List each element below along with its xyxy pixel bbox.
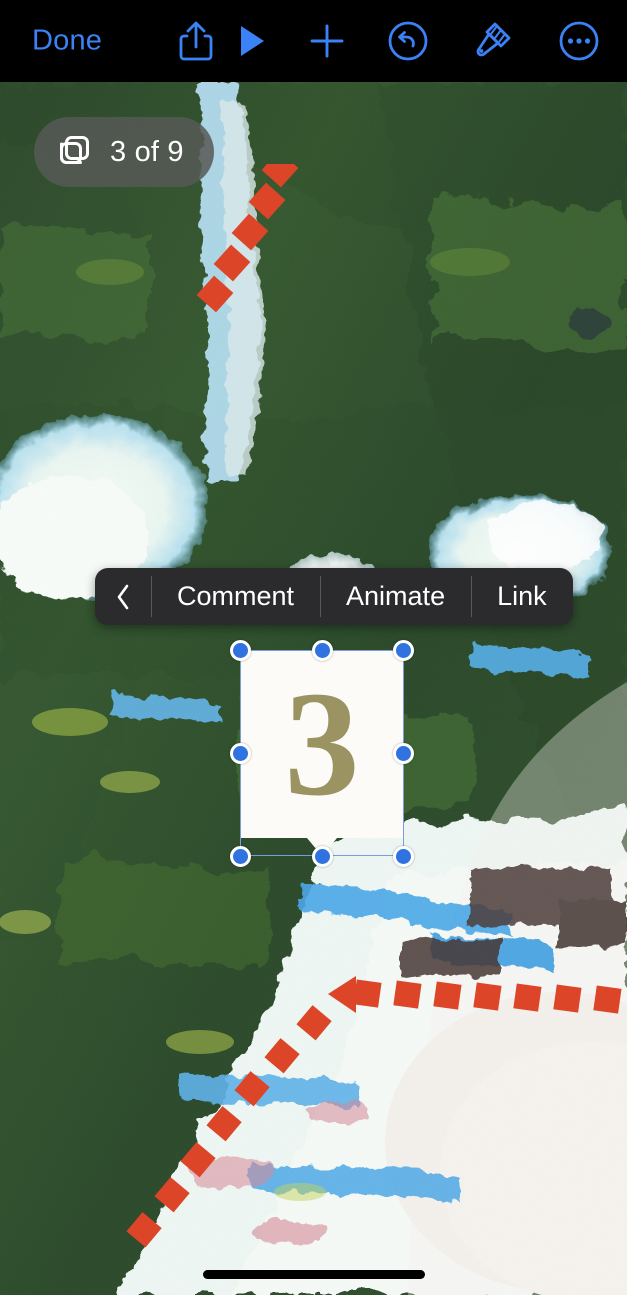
- add-icon[interactable]: [299, 13, 355, 69]
- more-options-icon[interactable]: [551, 13, 607, 69]
- menu-item-animate[interactable]: Animate: [320, 568, 471, 625]
- slide-canvas[interactable]: 3 of 9 3 Comment Animate Link: [0, 82, 627, 1295]
- keynote-slide-editor: 3 of 9 3 Comment Animate Link Done: [0, 0, 627, 1295]
- handle-bottom-left[interactable]: [230, 845, 251, 867]
- handle-top-left[interactable]: [230, 640, 251, 661]
- callout-shape[interactable]: 3: [240, 650, 404, 856]
- slide-number-badge[interactable]: 3 of 9: [34, 117, 214, 187]
- handle-top-center[interactable]: [311, 640, 333, 661]
- handle-top-right[interactable]: [393, 640, 414, 661]
- context-edit-menu: Comment Animate Link: [95, 568, 573, 625]
- done-button[interactable]: Done: [26, 21, 108, 62]
- home-indicator[interactable]: [202, 1270, 425, 1279]
- callout-number-text: 3: [284, 661, 360, 827]
- handle-bottom-right[interactable]: [393, 845, 414, 867]
- menu-item-link[interactable]: Link: [471, 568, 573, 625]
- play-icon[interactable]: [224, 13, 280, 69]
- menu-back-button[interactable]: [95, 568, 151, 625]
- slide-number-label: 3 of 9: [110, 135, 184, 168]
- share-icon[interactable]: [168, 13, 224, 69]
- chevron-left-icon: [115, 583, 131, 611]
- undo-icon[interactable]: [380, 13, 436, 69]
- handle-bottom-center[interactable]: [311, 845, 333, 867]
- slides-stack-icon: [54, 132, 94, 172]
- handle-middle-right[interactable]: [393, 743, 414, 764]
- top-toolbar: Done: [0, 0, 627, 82]
- format-brush-icon[interactable]: [463, 13, 519, 69]
- handle-middle-left[interactable]: [230, 743, 251, 764]
- menu-item-comment[interactable]: Comment: [151, 568, 320, 625]
